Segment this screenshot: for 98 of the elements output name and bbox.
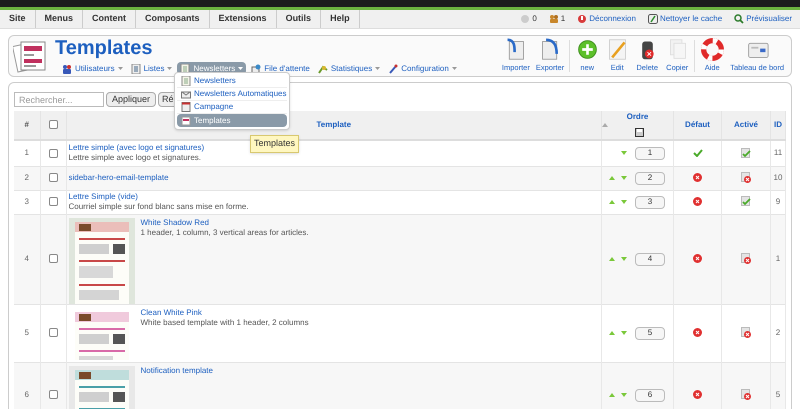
- template-title-link[interactable]: Notification template: [140, 366, 213, 376]
- row-number: 1: [24, 148, 29, 158]
- queue-icon: [251, 64, 262, 74]
- move-up-icon[interactable]: [609, 393, 615, 397]
- submenu-tab[interactable]: Configuration: [385, 62, 460, 75]
- order-field[interactable]: 4: [635, 252, 665, 266]
- column-header: #: [24, 120, 29, 129]
- cross-circle-icon[interactable]: [693, 173, 702, 182]
- sort-asc-icon: [602, 123, 608, 127]
- column-header-link[interactable]: Ordre: [626, 112, 648, 121]
- row-number: 6: [24, 390, 29, 399]
- move-down-icon[interactable]: [621, 151, 627, 156]
- row-checkbox[interactable]: [48, 197, 58, 206]
- column-header-link[interactable]: Défaut: [685, 120, 710, 129]
- count-label: 0: [532, 13, 537, 25]
- apply-button[interactable]: Appliquer: [106, 92, 156, 107]
- calendar-icon: [181, 102, 191, 112]
- page-title: Templates: [55, 37, 154, 59]
- active-check-icon[interactable]: [741, 196, 751, 208]
- menu-item[interactable]: Help: [321, 10, 360, 28]
- row-id: 10: [774, 173, 782, 182]
- template-title-link[interactable]: White Shadow Red: [140, 218, 309, 228]
- check-icon[interactable]: [692, 149, 702, 158]
- dropdown-item[interactable]: Newsletters Automatiques: [177, 88, 287, 101]
- list-icon: [130, 64, 141, 74]
- active-check-icon[interactable]: [741, 148, 751, 159]
- status-link[interactable]: Nettoyer le cache: [660, 13, 722, 25]
- template-description: White based template with 1 header, 2 columns: [140, 318, 309, 328]
- power-icon: [577, 14, 588, 24]
- menu-item[interactable]: Composants: [136, 10, 210, 28]
- submenu-tab[interactable]: Statistiques: [314, 62, 384, 75]
- cross-circle-icon[interactable]: [693, 390, 702, 400]
- order-field[interactable]: 5: [635, 326, 665, 340]
- move-down-icon[interactable]: [621, 200, 627, 204]
- menu-item[interactable]: Site: [0, 10, 36, 28]
- submenu-tab[interactable]: Listes: [128, 62, 176, 75]
- save-order-icon[interactable]: [635, 128, 644, 138]
- cross-circle-icon[interactable]: [693, 328, 702, 338]
- move-up-icon[interactable]: [609, 200, 615, 204]
- template-description: Lettre simple avec logo et signatures.: [68, 153, 202, 164]
- menu-item[interactable]: Content: [83, 10, 136, 28]
- template-description: 1 header, 1 column, 3 vertical areas for articles.: [140, 228, 309, 238]
- row-number: 3: [24, 197, 29, 206]
- column-header-link[interactable]: ID: [774, 120, 782, 129]
- row-id: 2: [776, 328, 780, 337]
- dropdown-item[interactable]: Newsletters: [177, 75, 287, 88]
- row-checkbox[interactable]: [48, 173, 58, 182]
- move-down-icon[interactable]: [621, 331, 627, 335]
- search-icon: [734, 14, 744, 24]
- row-checkbox[interactable]: [48, 254, 58, 264]
- move-up-icon[interactable]: [609, 331, 615, 335]
- status-link[interactable]: Déconnexion: [589, 13, 636, 25]
- message-icon: [520, 14, 530, 24]
- move-up-icon[interactable]: [609, 176, 615, 180]
- templates-icon: [181, 116, 191, 126]
- row-checkbox[interactable]: [48, 390, 58, 400]
- count-label: 1: [560, 13, 566, 25]
- template-description: Courriel simple sur fond blanc sans mise en forme.: [68, 202, 249, 212]
- menu-item[interactable]: Extensions: [210, 10, 277, 28]
- row-checkbox[interactable]: [48, 328, 58, 338]
- newsletter-icon: [180, 64, 190, 74]
- move-up-icon[interactable]: [609, 257, 615, 261]
- order-field[interactable]: 1: [635, 146, 665, 160]
- order-field[interactable]: 3: [635, 196, 665, 208]
- row-number: 2: [24, 173, 29, 182]
- template-title-link[interactable]: Clean White Pink: [140, 308, 309, 318]
- lifebuoy-icon: [700, 38, 724, 61]
- menu-item[interactable]: Outils: [276, 10, 322, 28]
- submenu-tab[interactable]: Utilisateurs: [59, 62, 126, 75]
- row-id: 9: [776, 197, 780, 206]
- newsletter-icon: [181, 76, 191, 86]
- search-field[interactable]: Rechercher...: [14, 92, 104, 107]
- cross-circle-icon[interactable]: [693, 254, 702, 264]
- template-title-link[interactable]: Lettre simple (avec logo et signatures): [68, 143, 204, 154]
- row-number: 4: [24, 254, 29, 263]
- order-field[interactable]: 2: [635, 172, 665, 184]
- menu-item[interactable]: Menus: [36, 10, 84, 28]
- row-checkbox[interactable]: [48, 148, 58, 158]
- status-link[interactable]: Prévisualiser: [746, 13, 792, 25]
- cross-circle-icon[interactable]: [693, 197, 702, 206]
- tooltip: Templates: [250, 135, 300, 152]
- move-down-icon[interactable]: [621, 393, 627, 397]
- row-id: 5: [776, 390, 780, 399]
- users-icon: [62, 64, 72, 74]
- envelope-icon: [181, 89, 191, 99]
- move-down-icon[interactable]: [621, 257, 627, 261]
- move-down-icon[interactable]: [621, 176, 627, 180]
- users-icon: [548, 14, 559, 24]
- row-id: 11: [774, 148, 782, 158]
- column-header-link[interactable]: Template: [316, 120, 352, 129]
- template-title-link[interactable]: sidebar-hero-email-template: [68, 173, 169, 183]
- add-icon: [576, 38, 599, 61]
- select-all-checkbox[interactable]: [48, 120, 58, 130]
- row-number: 5: [24, 328, 29, 337]
- order-field[interactable]: 6: [635, 388, 665, 402]
- column-header-link[interactable]: Activé: [734, 120, 758, 129]
- row-id: 1: [776, 254, 780, 263]
- template-title-link[interactable]: Lettre Simple (vide): [68, 192, 249, 202]
